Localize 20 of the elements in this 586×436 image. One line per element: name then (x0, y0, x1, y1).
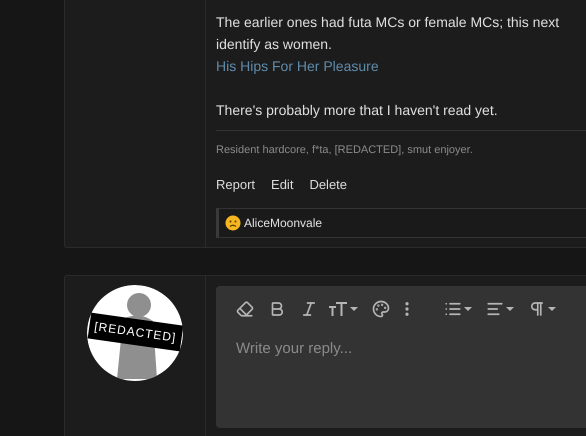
post-action-link[interactable]: Delete (309, 175, 348, 194)
palette-icon[interactable] (372, 300, 390, 318)
story-link[interactable]: His Hips For Her Pleasure (216, 58, 379, 74)
signature-text: Resident hardcore, f*ta, [REDACTED], smut enjoyer. (216, 144, 473, 156)
post-action-link[interactable]: Report (216, 175, 256, 194)
caret-icon (350, 306, 358, 310)
post-text: There's probably more that I haven't read yet. (216, 101, 499, 120)
sad-face-icon (225, 214, 241, 230)
post-text: The earlier ones had futa MCs or female MCs; this next identify as women. (216, 13, 560, 54)
reply-input[interactable]: Write your reply... (216, 332, 586, 428)
caret-icon (548, 306, 556, 310)
reaction-user-link[interactable]: AliceMoonvale (244, 214, 322, 232)
eraser-icon[interactable] (236, 300, 254, 318)
post-action-link[interactable]: Edit (271, 175, 294, 194)
text-size-icon (328, 300, 348, 316)
pilcrow-icon[interactable] (528, 300, 546, 318)
text-size-button[interactable] (328, 300, 358, 316)
caret-icon (506, 306, 514, 310)
italic-icon[interactable] (300, 300, 318, 318)
caret-icon (464, 306, 472, 310)
